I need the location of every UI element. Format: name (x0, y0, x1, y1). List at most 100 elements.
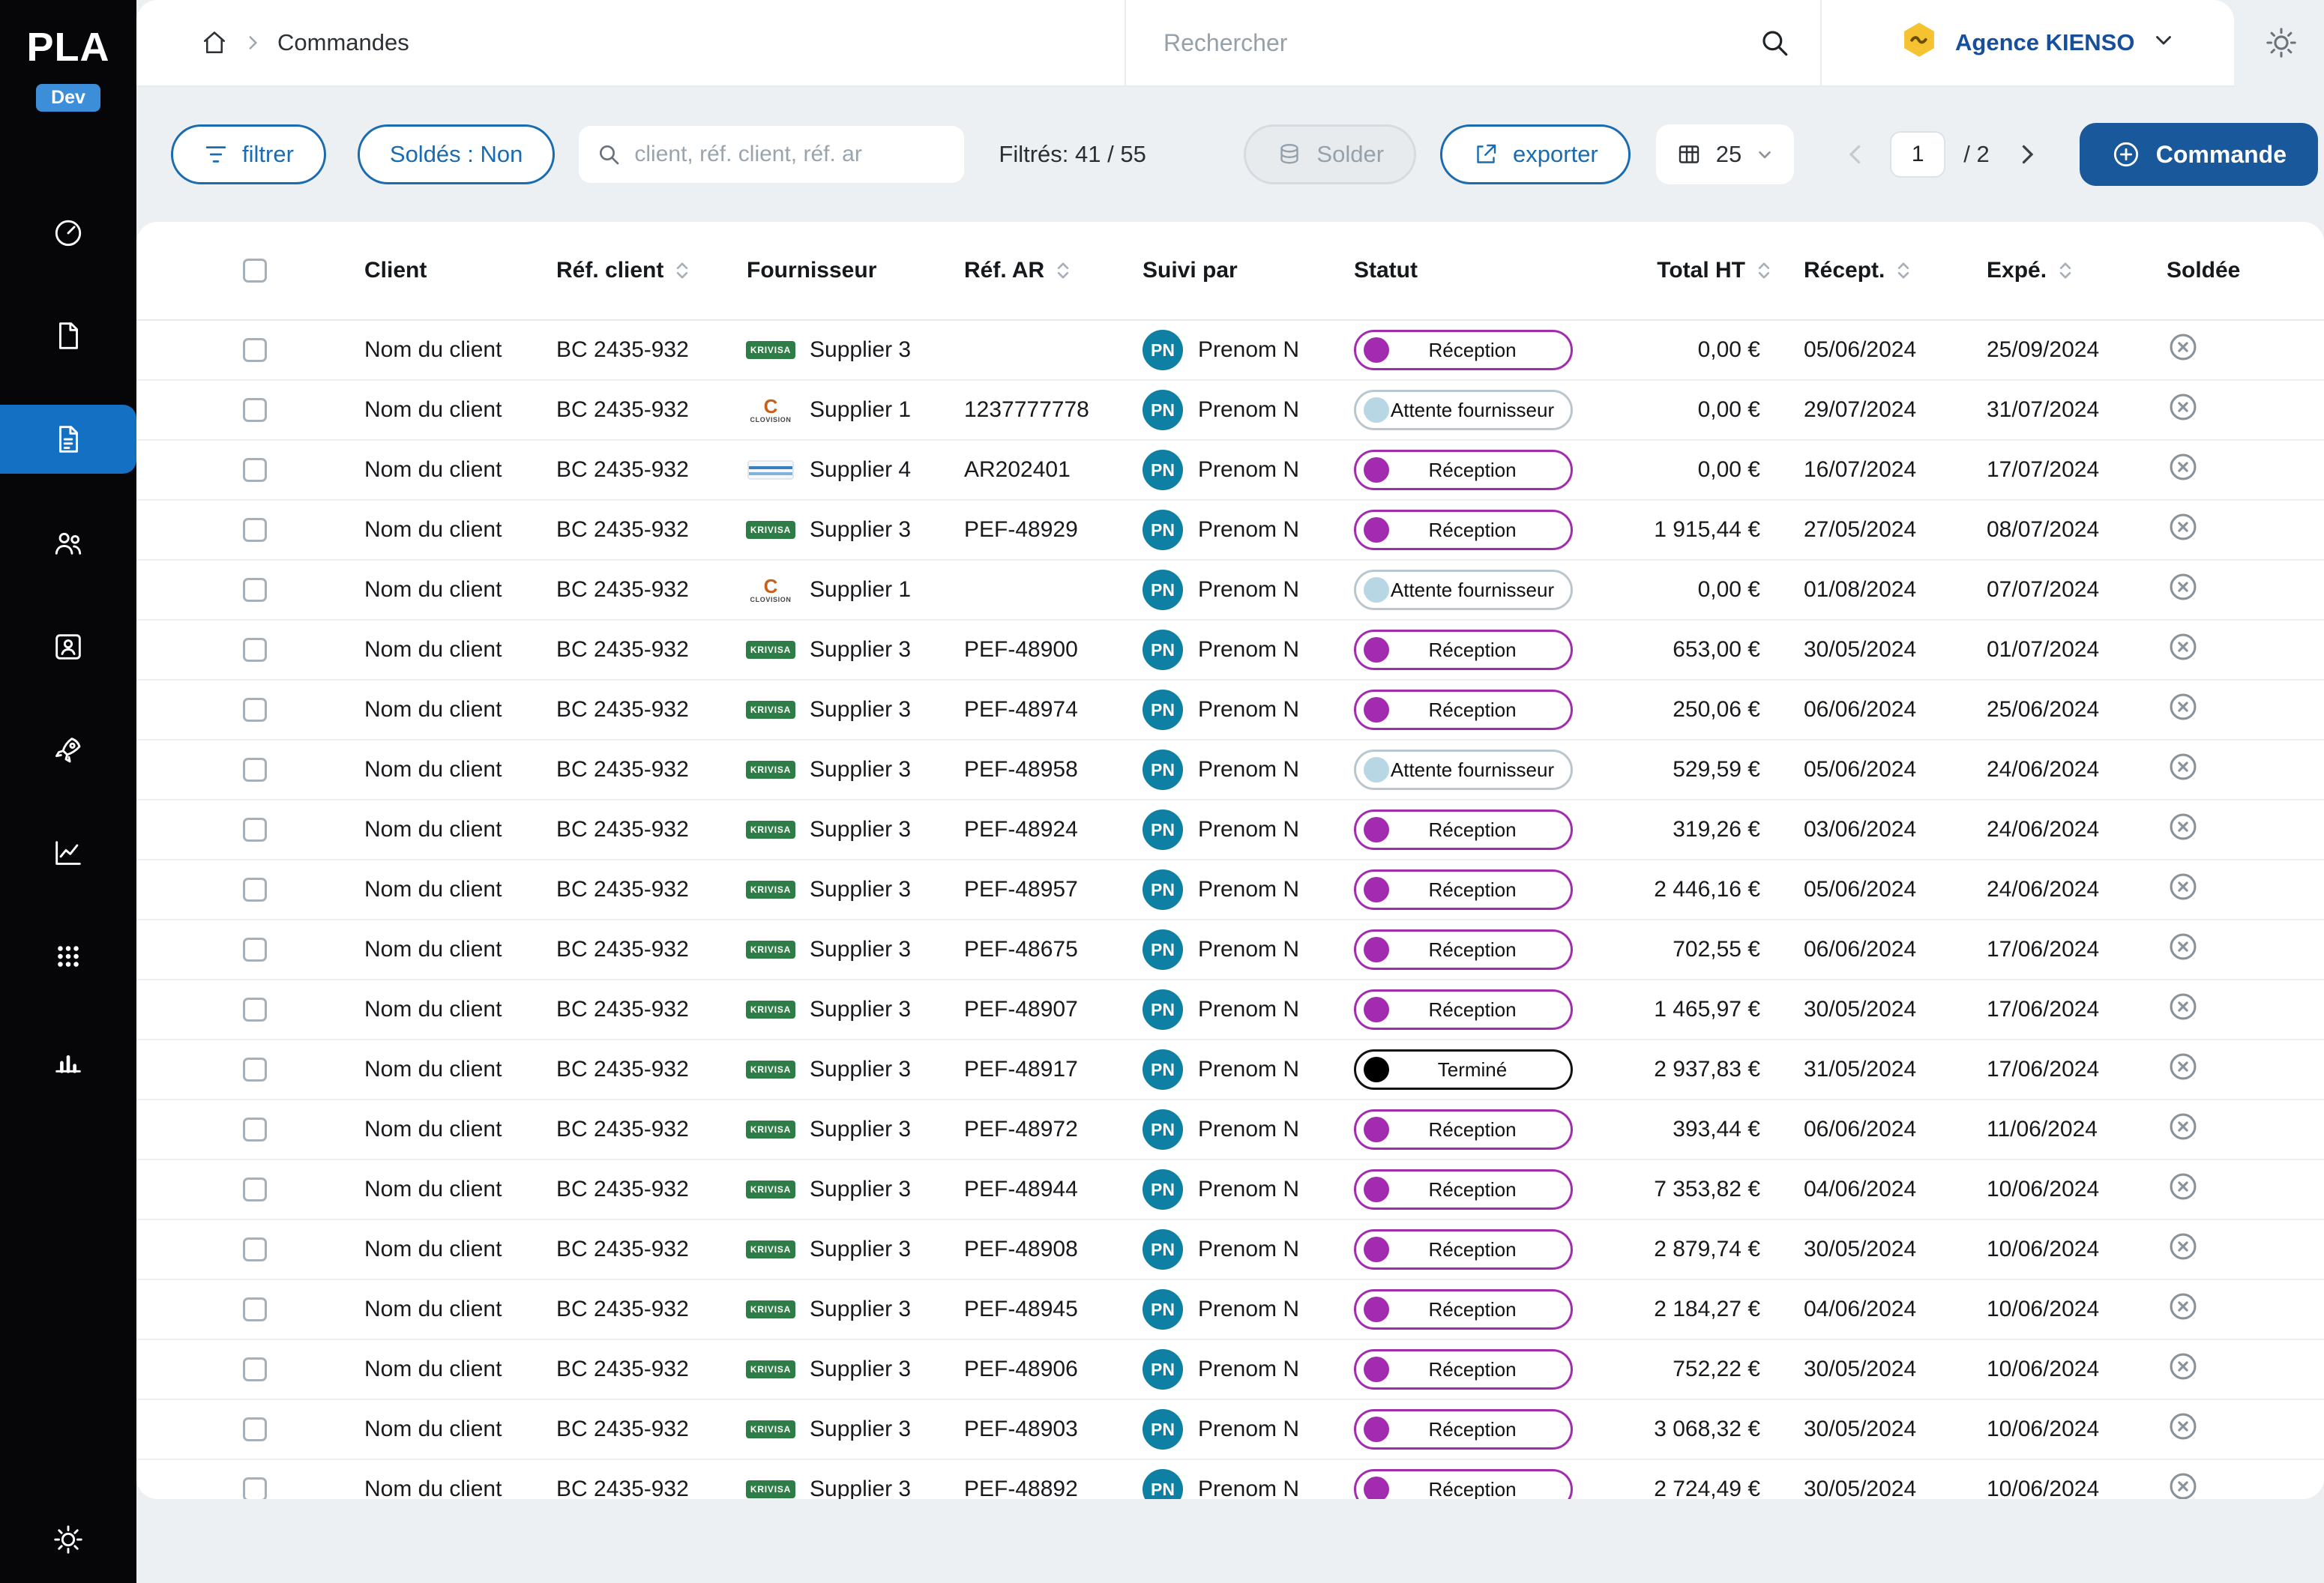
supplier-name: Supplier 3 (810, 1057, 911, 1082)
row-checkbox[interactable] (243, 878, 267, 902)
table-row[interactable]: Nom du client BC 2435-932 KRIVISA Suppli… (136, 980, 2324, 1040)
sidebar-item-settings[interactable] (0, 1505, 136, 1574)
row-checkbox[interactable] (243, 338, 267, 362)
recept-date-cell: 27/05/2024 (1778, 517, 1961, 543)
table-row[interactable]: Nom du client BC 2435-932 CCLOVISION Sup… (136, 561, 2324, 621)
not-settled-icon[interactable] (2167, 1110, 2200, 1143)
soldes-filter-button[interactable]: Soldés : Non (358, 124, 556, 184)
table-search-input[interactable] (634, 142, 946, 167)
table-row[interactable]: Nom du client BC 2435-932 KRIVISA Suppli… (136, 1160, 2324, 1220)
row-checkbox[interactable] (243, 1477, 267, 1499)
not-settled-icon[interactable] (2167, 690, 2200, 723)
not-settled-icon[interactable] (2167, 331, 2200, 364)
not-settled-icon[interactable] (2167, 810, 2200, 843)
col-ref-client[interactable]: Réf. client (556, 258, 747, 283)
table-row[interactable]: Nom du client BC 2435-932 KRIVISA Suppli… (136, 1100, 2324, 1160)
col-ref-ar[interactable]: Réf. AR (964, 258, 1143, 283)
row-checkbox[interactable] (243, 1118, 267, 1142)
filter-button[interactable]: filtrer (171, 124, 326, 184)
row-checkbox[interactable] (243, 1178, 267, 1201)
row-checkbox[interactable] (243, 398, 267, 422)
table-row[interactable]: Nom du client BC 2435-932 KRIVISA Suppli… (136, 860, 2324, 920)
not-settled-icon[interactable] (2167, 1230, 2200, 1263)
row-checkbox[interactable] (243, 998, 267, 1022)
table-row[interactable]: Nom du client BC 2435-932 KRIVISA Suppli… (136, 800, 2324, 860)
table-row[interactable]: Nom du client BC 2435-932 KRIVISA Suppli… (136, 1220, 2324, 1280)
table-row[interactable]: Nom du client BC 2435-932 KRIVISA Suppli… (136, 681, 2324, 741)
table-row[interactable]: Nom du client BC 2435-932 Supplier 4 AR2… (136, 441, 2324, 501)
prev-page-button[interactable] (1836, 141, 1875, 168)
table-row[interactable]: Nom du client BC 2435-932 KRIVISA Suppli… (136, 1460, 2324, 1499)
row-checkbox[interactable] (243, 938, 267, 962)
account-menu[interactable]: Agence KIENSO (1822, 20, 2234, 65)
not-settled-icon[interactable] (2167, 1170, 2200, 1203)
row-checkbox[interactable] (243, 1297, 267, 1321)
table-row[interactable]: Nom du client BC 2435-932 KRIVISA Suppli… (136, 321, 2324, 381)
recept-date-cell: 30/05/2024 (1778, 637, 1961, 663)
row-checkbox[interactable] (243, 818, 267, 842)
col-total-ht[interactable]: Total HT (1598, 258, 1778, 283)
not-settled-icon[interactable] (2167, 630, 2200, 663)
row-checkbox[interactable] (243, 1357, 267, 1381)
new-order-button[interactable]: Commande (2080, 123, 2318, 186)
sidebar-item-team[interactable] (0, 508, 136, 577)
row-checkbox[interactable] (243, 638, 267, 662)
dashboard-icon (51, 215, 85, 250)
col-recept[interactable]: Récept. (1778, 258, 1961, 283)
not-settled-icon[interactable] (2167, 1410, 2200, 1443)
page-input[interactable] (1890, 131, 1945, 178)
row-checkbox[interactable] (243, 1058, 267, 1082)
table-row[interactable]: Nom du client BC 2435-932 KRIVISA Suppli… (136, 1040, 2324, 1100)
row-checkbox[interactable] (243, 1417, 267, 1441)
not-settled-icon[interactable] (2167, 510, 2200, 543)
theme-toggle[interactable] (2264, 25, 2299, 66)
row-checkbox[interactable] (243, 458, 267, 482)
export-button[interactable]: exporter (1440, 124, 1631, 184)
sidebar-item-documents[interactable] (0, 301, 136, 370)
status-badge: Terminé (1354, 1049, 1573, 1090)
table-row[interactable]: Nom du client BC 2435-932 KRIVISA Suppli… (136, 1400, 2324, 1460)
avatar: PN (1143, 809, 1183, 850)
table-row[interactable]: Nom du client BC 2435-932 KRIVISA Suppli… (136, 621, 2324, 681)
col-expe[interactable]: Expé. (1961, 258, 2141, 283)
solder-button[interactable]: Solder (1244, 124, 1416, 184)
page-size-select[interactable]: 25 (1656, 124, 1794, 184)
not-settled-icon[interactable] (2167, 990, 2200, 1023)
not-settled-icon[interactable] (2167, 930, 2200, 963)
sidebar-item-orders[interactable] (0, 405, 136, 474)
table-row[interactable]: Nom du client BC 2435-932 KRIVISA Suppli… (136, 741, 2324, 800)
not-settled-icon[interactable] (2167, 1290, 2200, 1323)
not-settled-icon[interactable] (2167, 870, 2200, 903)
table-row[interactable]: Nom du client BC 2435-932 CCLOVISION Sup… (136, 381, 2324, 441)
not-settled-icon[interactable] (2167, 450, 2200, 483)
not-settled-icon[interactable] (2167, 750, 2200, 783)
row-checkbox[interactable] (243, 758, 267, 782)
table-header: Client Réf. client Fournisseur Réf. AR S… (136, 222, 2324, 321)
row-checkbox[interactable] (243, 698, 267, 722)
search-icon[interactable] (1759, 27, 1790, 64)
sidebar-item-stats[interactable] (0, 1025, 136, 1094)
not-settled-icon[interactable] (2167, 1350, 2200, 1383)
row-checkbox[interactable] (243, 518, 267, 542)
table-row[interactable]: Nom du client BC 2435-932 KRIVISA Suppli… (136, 501, 2324, 561)
select-all-checkbox[interactable] (243, 259, 267, 283)
table-row[interactable]: Nom du client BC 2435-932 KRIVISA Suppli… (136, 1280, 2324, 1340)
supplier-name: Supplier 3 (810, 1477, 911, 1499)
not-settled-icon[interactable] (2167, 1050, 2200, 1083)
not-settled-icon[interactable] (2167, 1470, 2200, 1499)
table-row[interactable]: Nom du client BC 2435-932 KRIVISA Suppli… (136, 920, 2324, 980)
next-page-button[interactable] (2008, 141, 2047, 168)
home-icon[interactable] (201, 29, 228, 56)
avatar: PN (1143, 989, 1183, 1030)
sidebar-item-dashboard[interactable] (0, 198, 136, 267)
table-row[interactable]: Nom du client BC 2435-932 KRIVISA Suppli… (136, 1340, 2324, 1400)
not-settled-icon[interactable] (2167, 391, 2200, 423)
not-settled-icon[interactable] (2167, 570, 2200, 603)
sidebar-item-apps[interactable] (0, 922, 136, 991)
global-search-input[interactable] (1126, 0, 1820, 85)
sidebar-item-analytics[interactable] (0, 818, 136, 887)
row-checkbox[interactable] (243, 1237, 267, 1261)
sidebar-item-launch[interactable] (0, 715, 136, 784)
sidebar-item-contacts[interactable] (0, 612, 136, 681)
row-checkbox[interactable] (243, 578, 267, 602)
